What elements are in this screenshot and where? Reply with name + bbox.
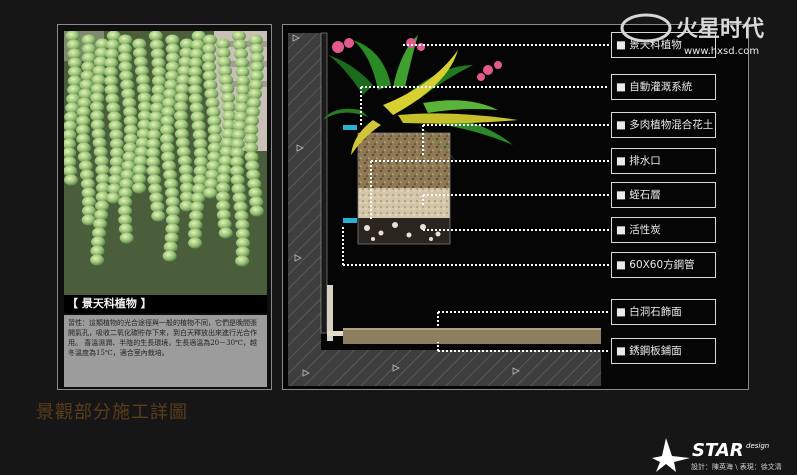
label-travertine-facing: ■ 白洞石飾面 — [611, 299, 716, 325]
label-vermiculite-layer: ■ 蛭石層 — [611, 182, 716, 208]
hxsd-watermark: 火星时代 www.hxsd.com — [620, 13, 764, 57]
succulent-leaf — [90, 254, 105, 266]
page-title: 景觀部分施工詳圖 — [36, 402, 188, 423]
label-square-steel-tube: ■ 60X60方鋼管 — [611, 252, 716, 278]
label-activated-charcoal: ■ 活性炭 — [611, 217, 716, 243]
succulent-leaf — [64, 174, 79, 186]
label-auto-irrigation: ■ 自動灌溉系統 — [611, 74, 716, 100]
succulent-leaf — [106, 192, 121, 204]
watermark-brand: 火星时代 — [676, 17, 764, 42]
star-icon — [652, 438, 690, 472]
succulent-leaf — [249, 205, 264, 217]
succulent-leaf — [119, 232, 134, 244]
succulent-leaf — [235, 255, 250, 267]
plant-description: 習性：這類植物的光合途徑與一般的植物不同，它們是晚間張開氣孔，吸收二氧化碳貯存下… — [64, 315, 267, 387]
floor-hatch — [288, 350, 601, 386]
succulent-leaf — [132, 182, 147, 194]
succulent-photo — [64, 31, 267, 295]
succulent-leaf — [218, 227, 233, 239]
logo-subtext: design — [746, 442, 769, 450]
drain-outlet — [343, 218, 357, 223]
irrigation-pipe — [343, 125, 357, 130]
label-drain-outlet: ■ 排水口 — [611, 148, 716, 174]
logo-text: STAR — [692, 440, 744, 461]
plant-heading: 【 景天科植物 】 — [64, 295, 267, 313]
succulent-leaf — [162, 250, 177, 262]
succulent-leaf — [188, 237, 203, 249]
label-steel-plate-paving: ■ 銹鋼板鋪面 — [611, 338, 716, 364]
succulent-leaf — [151, 210, 166, 222]
label-succulent-soil: ■ 多肉植物混合花土 — [611, 112, 716, 138]
watermark-url: www.hxsd.com — [684, 46, 759, 57]
credits-line: 設計：陳英海 \ 表現：徐文清 — [691, 463, 782, 471]
succulent-leaf — [203, 187, 218, 199]
steel-paving — [343, 328, 601, 344]
wall-hatch — [288, 33, 321, 386]
